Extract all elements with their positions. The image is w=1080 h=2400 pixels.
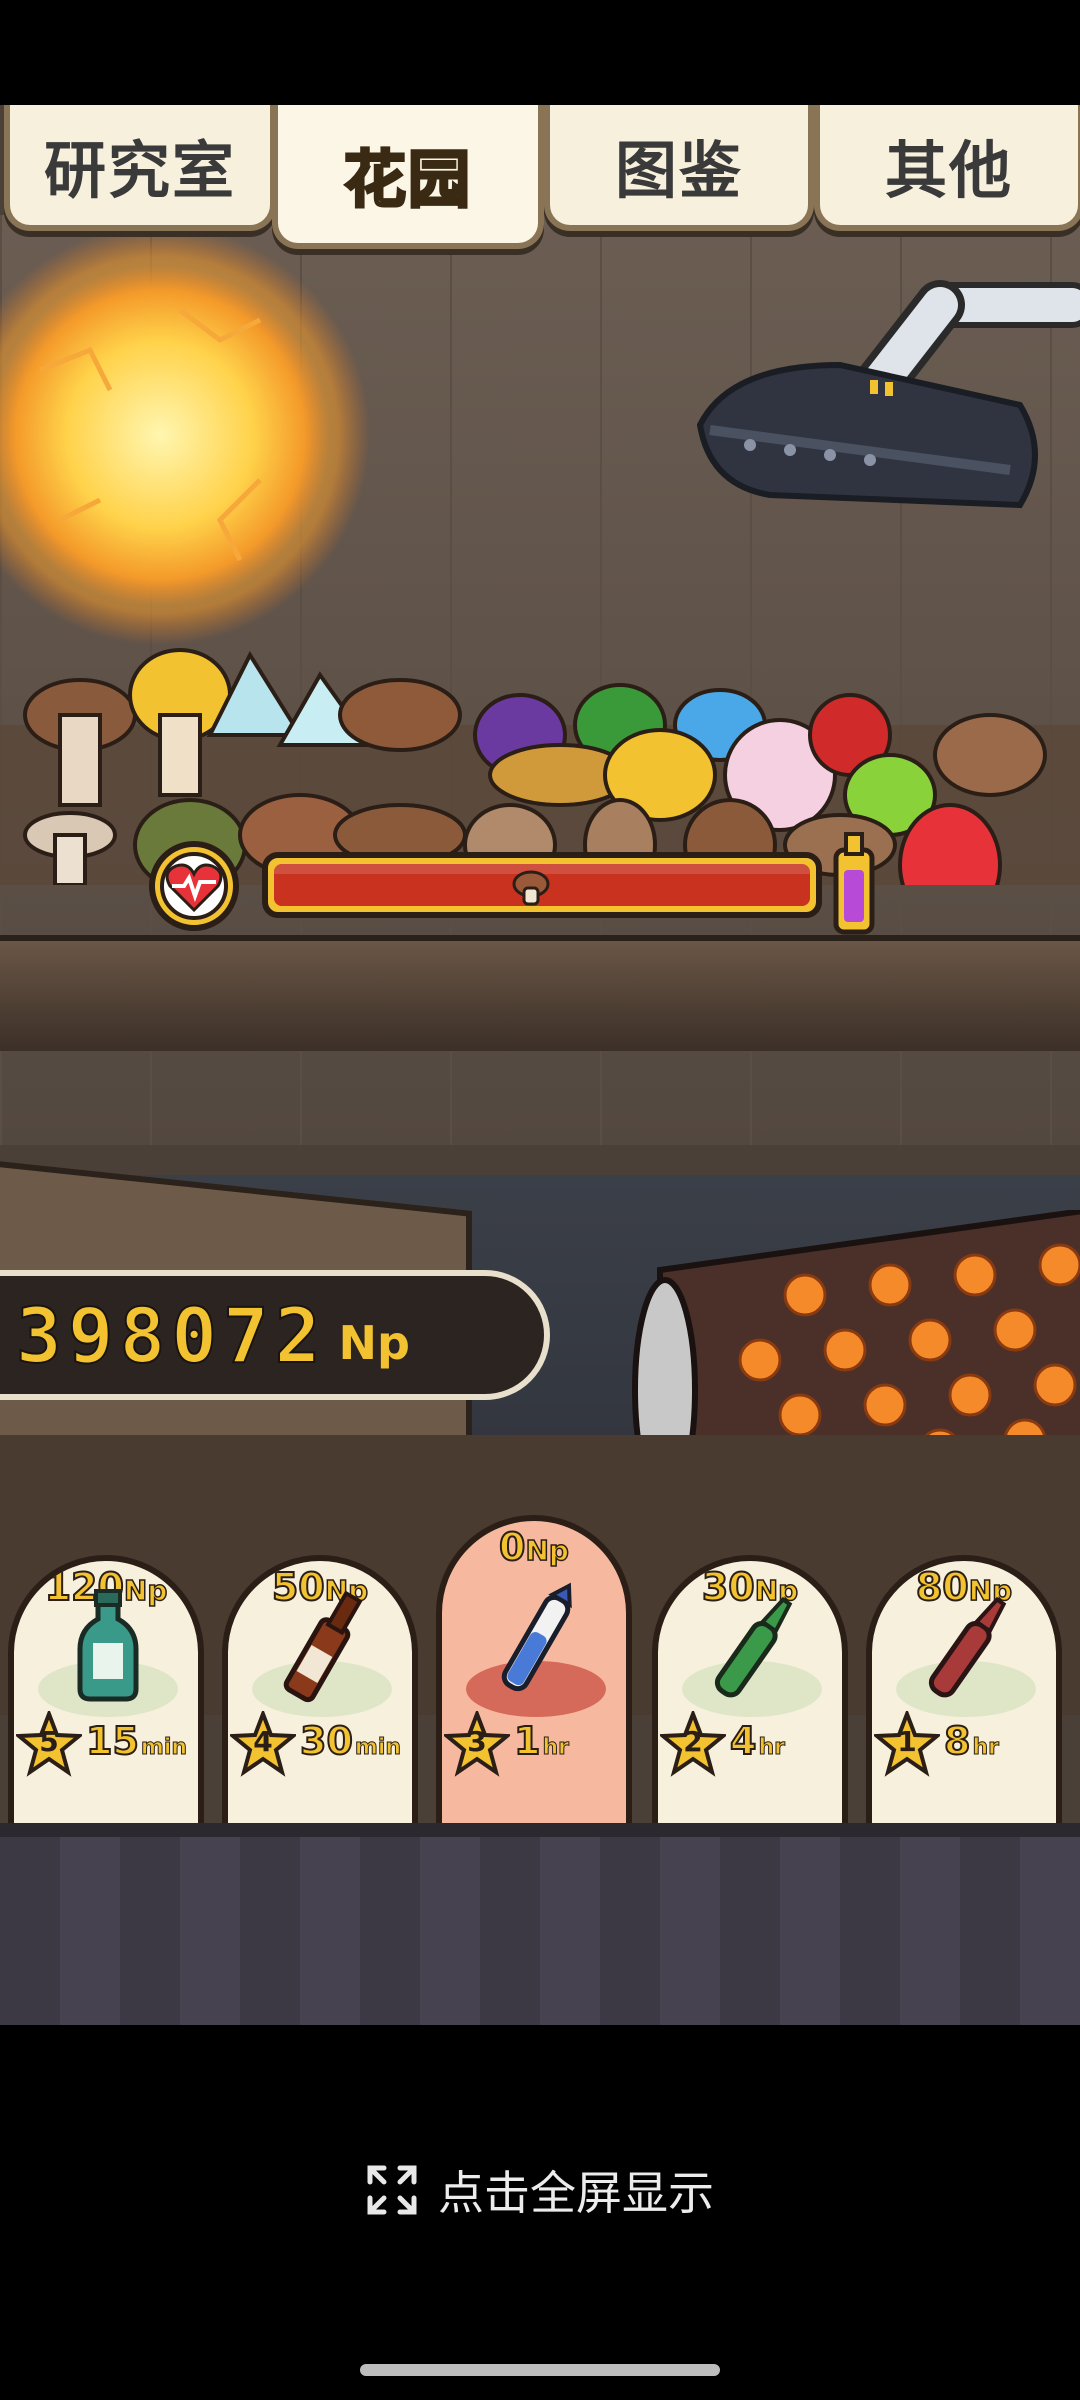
time-value: 15 (85, 1718, 140, 1764)
time-value: 8 (943, 1718, 971, 1764)
star-count: 1 (897, 1725, 917, 1758)
star-count: 2 (683, 1725, 703, 1758)
blue-vial-icon (501, 1582, 572, 1692)
time-value: 30 (299, 1718, 354, 1764)
top-tabs: 研究室 花园 图鉴 其他 (0, 105, 1080, 249)
time-unit: min (140, 1735, 188, 1761)
grow-time: 8hr (943, 1718, 999, 1764)
tab-lab[interactable]: 研究室 (4, 105, 276, 231)
grow-time: 15min (85, 1718, 188, 1764)
game-area[interactable]: 398072 Np 120Np 5 15min 50Np 4 30min 0Np (0, 105, 1080, 2025)
grow-time: 30min (299, 1718, 402, 1764)
tab-other[interactable]: 其他 (814, 105, 1080, 231)
fullscreen-hint-label: 点击全屏显示 (438, 2166, 714, 2220)
price-unit: Np (525, 1533, 570, 1568)
rarity-star: 1 (872, 1708, 943, 1777)
time-value: 4 (729, 1718, 757, 1764)
expand-icon (367, 2165, 417, 2215)
shop-item-card[interactable]: 30Np 2 4hr (652, 1555, 848, 1835)
health-bar (148, 832, 878, 935)
shop-item-card[interactable]: 80Np 1 8hr (866, 1555, 1062, 1835)
green-bottle-icon (77, 1589, 139, 1702)
time-unit: hr (542, 1735, 569, 1761)
price-value: 0 (498, 1524, 526, 1570)
red-ampoule-icon (928, 1596, 1007, 1698)
green-ampoule-icon (714, 1596, 793, 1698)
time-unit: hr (972, 1735, 999, 1761)
grow-time: 1hr (513, 1718, 569, 1764)
grow-time: 4hr (729, 1718, 785, 1764)
shop-item-card[interactable]: 0Np 3 1hr (436, 1515, 632, 1835)
shop-item-card[interactable]: 50Np 4 30min (222, 1555, 418, 1835)
star-count: 3 (467, 1725, 487, 1758)
rarity-star: 3 (442, 1708, 513, 1777)
mushroom-marker-icon (512, 870, 550, 906)
heart-icon (149, 841, 239, 931)
time-value: 1 (513, 1718, 541, 1764)
home-indicator[interactable] (360, 2364, 720, 2376)
health-bar-track (262, 852, 822, 918)
shop-bar: 120Np 5 15min 50Np 4 30min 0Np 3 1hr 30N… (0, 1515, 1080, 1835)
time-unit: min (354, 1735, 402, 1761)
currency-panel: 398072 Np (0, 1270, 550, 1400)
sprinkler-icon (696, 280, 1080, 509)
tab-garden[interactable]: 花园 (272, 105, 544, 249)
ornament-footer (0, 1823, 1080, 2025)
wooden-shelf (0, 935, 1080, 1051)
rarity-star: 4 (228, 1708, 299, 1777)
tab-encyclopedia[interactable]: 图鉴 (544, 105, 814, 231)
star-count: 5 (39, 1725, 59, 1758)
rarity-star: 2 (658, 1708, 729, 1777)
potion-vial-icon[interactable] (830, 830, 878, 940)
shop-item-card[interactable]: 120Np 5 15min (8, 1555, 204, 1835)
rarity-star: 5 (14, 1708, 85, 1777)
brown-bottle-icon (283, 1590, 363, 1703)
mushroom-crowd (0, 648, 1080, 885)
shop-item-price: 0Np (442, 1524, 626, 1570)
fullscreen-hint[interactable]: 点击全屏显示 (0, 2155, 1080, 2225)
currency-amount: 398072 (15, 1290, 327, 1381)
star-count: 4 (253, 1725, 273, 1758)
currency-unit: Np (338, 1316, 410, 1370)
time-unit: hr (758, 1735, 785, 1761)
